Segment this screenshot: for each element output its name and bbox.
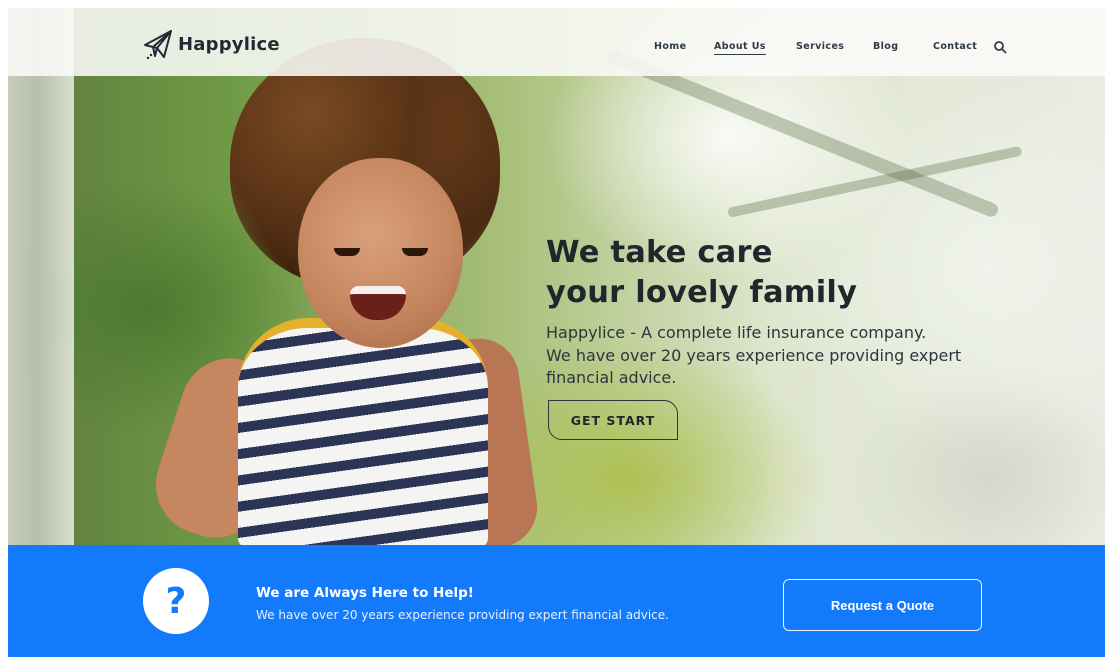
nav-item-contact[interactable]: Contact xyxy=(933,41,977,52)
nav-item-blog[interactable]: Blog xyxy=(873,41,898,52)
tree-trunk xyxy=(8,8,74,545)
hero-title-line: We take care xyxy=(546,235,773,270)
top-navbar: Happylice Home About Us Services Blog Co… xyxy=(8,8,1105,76)
child-face xyxy=(298,158,463,348)
hero-description-line: We have over 20 years experience providi… xyxy=(546,345,962,365)
child-eye xyxy=(402,248,428,256)
question-mark-glyph: ? xyxy=(165,580,187,622)
hero-title: We take care your lovely family xyxy=(546,233,1006,312)
hero-description-line: Happylice - A complete life insurance co… xyxy=(546,323,927,343)
get-start-button[interactable]: GET START xyxy=(548,400,678,440)
child-eye xyxy=(334,248,360,256)
hero-description: Happylice - A complete life insurance co… xyxy=(546,322,1006,389)
landing-page: Happylice Home About Us Services Blog Co… xyxy=(0,0,1105,657)
hero-description-line: financial advice. xyxy=(546,368,677,388)
hero-title-line: your lovely family xyxy=(546,274,858,310)
help-subtitle: We have over 20 years experience providi… xyxy=(256,608,669,622)
help-banner: ? We are Always Here to Help! We have ov… xyxy=(8,545,1105,657)
nav-item-home[interactable]: Home xyxy=(654,41,686,52)
child-striped-shirt xyxy=(238,318,488,545)
hero-content: We take care your lovely family Happylic… xyxy=(546,233,1006,389)
help-title: We are Always Here to Help! xyxy=(256,585,474,601)
search-icon[interactable] xyxy=(993,40,1007,54)
nav-item-about-us[interactable]: About Us xyxy=(714,41,766,55)
nav-item-services[interactable]: Services xyxy=(796,41,844,52)
child-photo xyxy=(142,38,548,545)
request-quote-button[interactable]: Request a Quote xyxy=(783,579,982,631)
main-nav: Home About Us Services Blog Contact xyxy=(8,8,1105,76)
child-smile xyxy=(350,286,406,320)
question-mark-icon: ? xyxy=(143,568,209,634)
